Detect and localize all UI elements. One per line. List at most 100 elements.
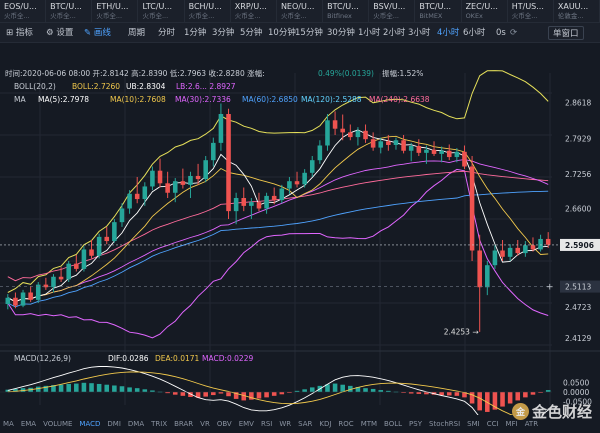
interval-5[interactable]: 15分钟	[295, 26, 323, 40]
interval-6[interactable]: 30分钟	[327, 26, 355, 40]
candle-body	[119, 208, 125, 223]
indicator-tab-ema[interactable]: EMA	[21, 420, 36, 428]
interval-8[interactable]: 2小时	[383, 26, 405, 40]
indicator-tab-rsi[interactable]: RSI	[261, 420, 272, 428]
ma120-value: MA(120):2.5288	[301, 95, 362, 104]
ticker-symbol: BTC/U...	[327, 2, 359, 11]
indicator-tab-mtm[interactable]: MTM	[361, 420, 377, 428]
interval-9[interactable]: 3小时	[408, 26, 430, 40]
indicator-tab-brar[interactable]: BRAR	[174, 420, 193, 428]
indicator-tab-vr[interactable]: VR	[200, 420, 210, 428]
indicator-tab-roc[interactable]: ROC	[338, 420, 353, 428]
price-tick-label: 2.7256	[565, 170, 591, 179]
macd-bar	[500, 392, 505, 407]
ticker-item[interactable]: LTC/U... 火币全...	[138, 0, 185, 23]
dif-value: DIF:0.0286	[108, 354, 149, 363]
price-tick-label: 2.4723	[565, 303, 591, 312]
macd-bar	[127, 387, 132, 392]
indicator-tab-dmi[interactable]: DMI	[107, 420, 121, 428]
ticker-item[interactable]: BTC/U... 火币全...	[46, 0, 93, 23]
indicator-tab-psy[interactable]: PSY	[409, 420, 422, 428]
candle-body	[530, 245, 536, 250]
window-button[interactable]: 单窗口	[548, 26, 584, 40]
indicator-tab-macd[interactable]: MACD	[79, 420, 100, 428]
ticker-exchange: BitMEX	[419, 12, 443, 20]
indicator-tab-dma[interactable]: DMA	[128, 420, 144, 428]
macd-bar	[279, 392, 285, 395]
indicator-tab-trix[interactable]: TRIX	[151, 420, 167, 428]
interval-0[interactable]: 分时	[158, 26, 175, 40]
interval-2[interactable]: 3分钟	[212, 26, 234, 40]
refresh-label[interactable]: 0s	[496, 26, 506, 40]
indicator-tab-smi[interactable]: SMI	[467, 420, 480, 428]
macd-bar	[256, 392, 262, 399]
candle-body	[172, 181, 178, 193]
ma60-value: MA(60):2.6850	[242, 95, 298, 104]
ticker-item[interactable]: BCH/U... 火币全...	[185, 0, 231, 23]
indicator-tab-boll[interactable]: BOLL	[384, 420, 402, 428]
candle-body	[203, 160, 208, 180]
interval-1[interactable]: 1分钟	[184, 26, 206, 40]
price-tick-label: 2.7929	[565, 135, 591, 144]
indicator-button[interactable]: ⊞ 指标	[6, 26, 33, 40]
indicator-tab-sar[interactable]: SAR	[298, 420, 312, 428]
ticker-item[interactable]: BTC/U... Bitfinex	[323, 0, 370, 23]
indicator-tab-emv[interactable]: EMV	[239, 420, 254, 428]
interval-4[interactable]: 10分钟	[268, 26, 296, 40]
indicator-tab-volume[interactable]: VOLUME	[43, 420, 72, 428]
candle-body	[545, 238, 551, 245]
price-tick-label: 2.5113	[565, 283, 591, 292]
ticker-item[interactable]: ETH/U... 火币全...	[92, 0, 139, 23]
indicator-tab-ma[interactable]: MA	[3, 420, 14, 428]
ticker-item[interactable]: HT/US... 火币全...	[508, 0, 554, 23]
candle-body	[538, 238, 543, 250]
ticker-item[interactable]: XRP/U... 火币全...	[231, 0, 277, 23]
candle-body	[96, 236, 102, 256]
candle-body	[386, 141, 391, 145]
ticker-exchange: 火币全...	[142, 12, 169, 20]
indicator-tab-obv[interactable]: OBV	[217, 420, 232, 428]
macd-bar	[340, 384, 345, 392]
ticker-exchange: 火币全...	[373, 12, 399, 20]
interval-10[interactable]: 4小时	[437, 26, 459, 40]
ticker-item[interactable]: BSV/U... 火币全...	[369, 0, 416, 23]
period-label: 周期	[128, 28, 146, 38]
macd-bar	[271, 392, 277, 396]
settings-button[interactable]: ⚙ 设置	[46, 26, 73, 40]
ma-label[interactable]: MA	[14, 95, 26, 104]
candle-body	[401, 140, 406, 151]
ticker-item[interactable]: NEO/U... 火币全...	[277, 0, 324, 23]
draw-button[interactable]: ✎ 画线	[84, 26, 111, 40]
indicator-tab-kdj[interactable]: KDJ	[319, 420, 331, 428]
indicator-tab-stochrsi[interactable]: StochRSI	[429, 420, 460, 428]
ticker-item[interactable]: BTC/U... BitMEX	[415, 0, 462, 23]
candle-body	[477, 250, 482, 288]
macd-bar	[142, 389, 148, 392]
macd-label[interactable]: MACD(12,26,9)	[14, 354, 71, 363]
settings-label: 设置	[56, 28, 74, 38]
macd-bar	[226, 392, 231, 397]
interval-11[interactable]: 6小时	[463, 26, 485, 40]
ticker-symbol: HT/US...	[511, 2, 544, 11]
price-tick-label: 2.4129	[565, 334, 591, 343]
refresh-icon[interactable]: ⟳	[510, 26, 517, 40]
candle-body	[211, 142, 216, 161]
macd-bar	[35, 386, 41, 392]
ticker-item[interactable]: XAUU... 伦敦金...	[554, 0, 600, 23]
macd-bar	[363, 388, 368, 392]
macd-bar	[172, 392, 178, 395]
ticker-item[interactable]: ZEC/U... OKEx	[462, 0, 508, 23]
candle-body	[302, 172, 307, 185]
boll-label[interactable]: BOLL(20,2)	[14, 82, 56, 91]
change-percent: 0.49%(0.0139)	[318, 69, 374, 78]
price-chart[interactable]: 2.4253 → +2.8618 2.7929 2.7256 2.6600 2.5113 2…	[0, 43, 600, 415]
candle-body	[218, 114, 224, 143]
candle-body	[241, 198, 247, 206]
indicator-tab-cci[interactable]: CCI	[487, 420, 499, 428]
ticker-item[interactable]: EOS/U... 火币全...	[0, 0, 47, 23]
indicator-tab-wr[interactable]: WR	[279, 420, 291, 428]
price-tick-label: 2.6600	[565, 205, 591, 214]
interval-7[interactable]: 1小时	[358, 26, 380, 40]
interval-3[interactable]: 5分钟	[240, 26, 262, 40]
candle-body	[74, 263, 79, 269]
